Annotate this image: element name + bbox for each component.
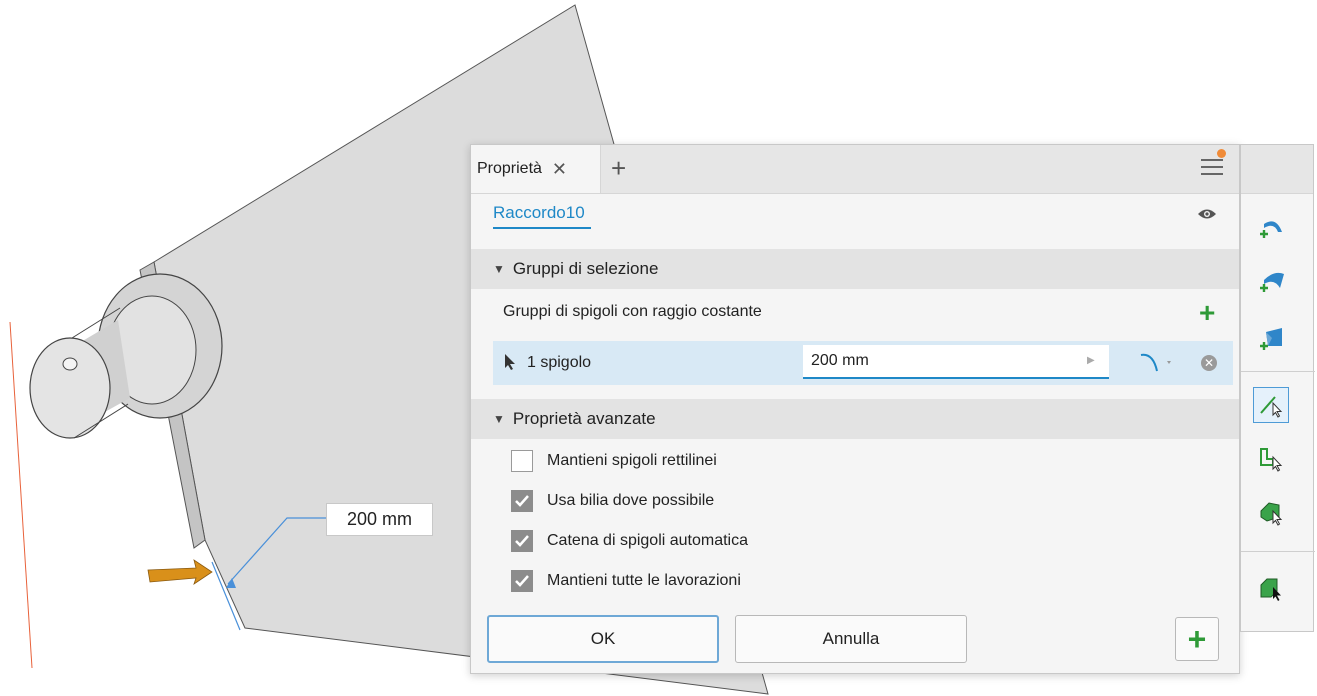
section-title: Proprietà avanzate [512, 409, 656, 428]
option-keep-all-features[interactable]: Mantieni tutte le lavorazioni [511, 568, 741, 594]
section-title: Gruppi di selezione [512, 259, 659, 278]
checkbox[interactable] [511, 570, 533, 592]
feature-name[interactable]: Raccordo10 [493, 203, 591, 229]
apply-plus-button[interactable]: + [1175, 617, 1219, 661]
shaft-hole [62, 357, 78, 371]
option-auto-edge-chain[interactable]: Catena di spigoli automatica [511, 528, 748, 554]
collapse-icon: ▼ [493, 412, 505, 426]
option-use-ball[interactable]: Usa bilia dove possibile [511, 488, 714, 514]
fillet-toolbar [1240, 144, 1315, 632]
add-variable-fillet-icon[interactable] [1253, 265, 1289, 301]
feature-select-icon[interactable] [1253, 495, 1289, 531]
option-keep-straight-edges[interactable]: Mantieni spigoli rettilinei [511, 448, 717, 474]
tab-properties[interactable]: Proprietà ✕ [471, 145, 601, 193]
toolbar-separator [1241, 551, 1315, 552]
notification-dot [1217, 149, 1226, 158]
fillet-type-icon[interactable] [1137, 349, 1177, 377]
collapse-icon: ▼ [493, 262, 505, 276]
checkbox[interactable] [511, 490, 533, 512]
toolbar-header [1241, 145, 1313, 194]
solid-select-icon[interactable] [1253, 571, 1289, 607]
ok-button[interactable]: OK [487, 615, 719, 663]
section-selection-groups[interactable]: ▼ Gruppi di selezione [471, 249, 1239, 289]
add-tab-icon[interactable]: + [611, 154, 626, 182]
dimension-label[interactable]: 200 mm [326, 503, 433, 536]
remove-icon[interactable]: ✕ [1201, 355, 1217, 371]
selection-arrow [147, 559, 213, 585]
properties-panel: Proprietà ✕ + Raccordo10 ▼ Gruppi di sel… [470, 144, 1240, 674]
group-label: Gruppi di spigoli con raggio costante [503, 303, 762, 320]
toolbar-separator [1241, 371, 1315, 372]
checkbox[interactable] [511, 450, 533, 472]
eye-icon[interactable] [1197, 207, 1217, 221]
option-label: Usa bilia dove possibile [547, 492, 715, 509]
close-icon[interactable]: ✕ [552, 159, 567, 180]
cancel-button[interactable]: Annulla [735, 615, 967, 663]
option-label: Catena di spigoli automatica [547, 532, 749, 549]
expand-icon[interactable]: ▶ [1087, 355, 1095, 366]
add-group-icon[interactable]: + [1199, 297, 1215, 329]
select-arrow-icon [505, 354, 515, 370]
selection-row[interactable]: 1 spigolo ▶ ✕ [493, 341, 1233, 385]
section-advanced-properties[interactable]: ▼ Proprietà avanzate [471, 399, 1239, 439]
option-label: Mantieni spigoli rettilinei [547, 452, 717, 469]
axis-line [9, 321, 33, 669]
add-setback-icon[interactable] [1253, 321, 1289, 357]
selection-label: 1 spigolo [527, 354, 592, 371]
tab-bar: Proprietà ✕ + [471, 145, 1239, 194]
option-label: Mantieni tutte le lavorazioni [547, 572, 741, 589]
radius-input[interactable] [803, 345, 1109, 379]
tab-label: Proprietà [477, 160, 542, 177]
edge-select-icon[interactable] [1253, 387, 1289, 423]
add-fillet-icon[interactable] [1253, 211, 1289, 247]
checkbox[interactable] [511, 530, 533, 552]
menu-icon[interactable] [1201, 159, 1223, 179]
loop-select-icon[interactable] [1253, 441, 1289, 477]
